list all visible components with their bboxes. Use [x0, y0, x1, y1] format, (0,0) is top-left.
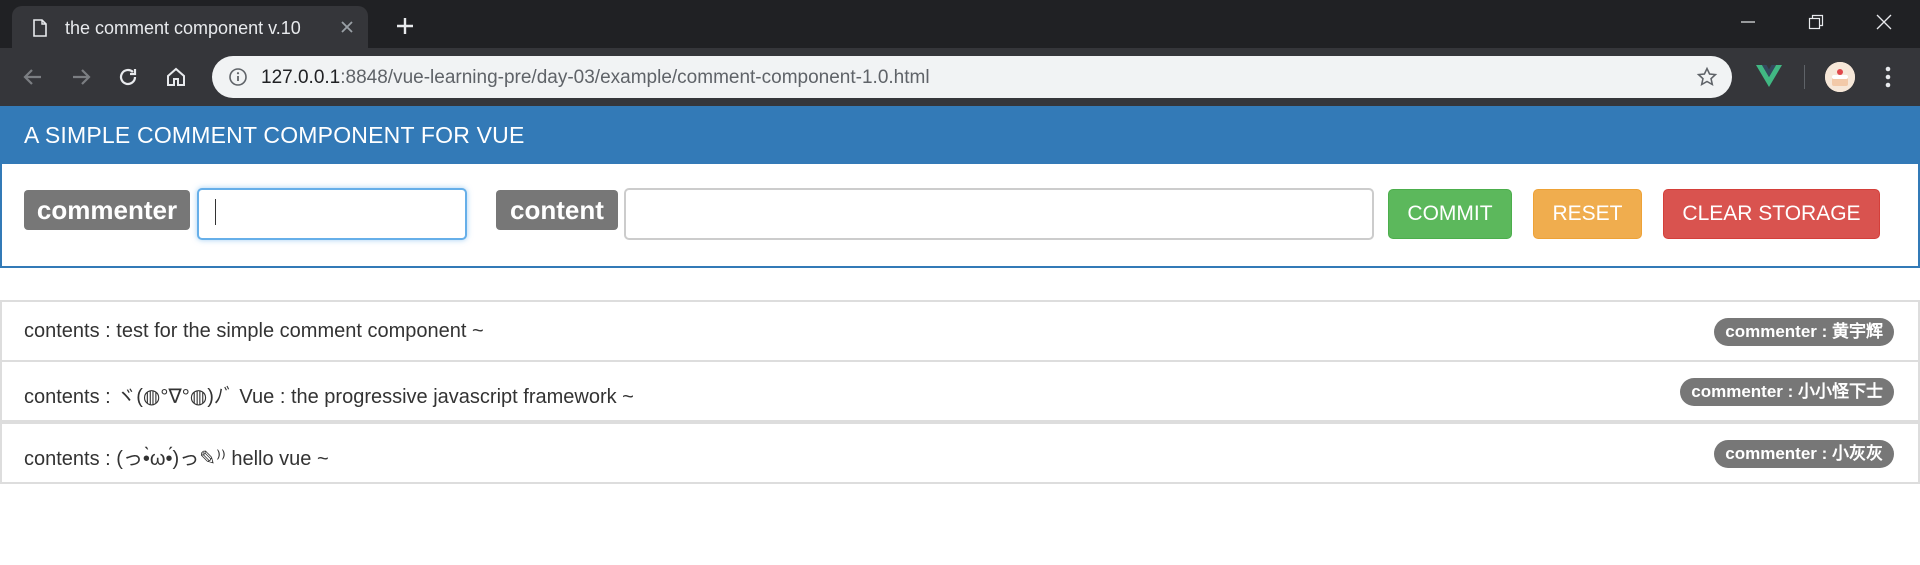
url-path: :8848/vue-learning-pre/day-03/example/co…	[340, 67, 930, 88]
commenter-label: commenter	[24, 190, 190, 230]
url-text: 127.0.0.1:8848/vue-learning-pre/day-03/e…	[261, 67, 930, 89]
more-menu-icon[interactable]	[1880, 64, 1896, 90]
cake-avatar-icon	[1825, 62, 1855, 92]
info-icon[interactable]	[228, 67, 248, 87]
commenter-badge: commenter : 小小怪下士	[1680, 378, 1894, 406]
plus-icon	[397, 18, 413, 34]
close-window-button[interactable]	[1856, 0, 1912, 44]
tab-title: the comment component v.10	[65, 18, 301, 38]
minimize-button[interactable]	[1720, 0, 1776, 44]
new-tab-button[interactable]	[385, 6, 425, 46]
profile-avatar[interactable]	[1825, 62, 1855, 92]
minimize-icon	[1741, 21, 1755, 23]
address-bar[interactable]: 127.0.0.1:8848/vue-learning-pre/day-03/e…	[212, 56, 1732, 98]
comment-content: contents : (っ•̀ω•́)っ✎⁾⁾ hello vue ~	[24, 448, 329, 470]
document-icon	[33, 19, 47, 37]
restore-button[interactable]	[1788, 0, 1844, 44]
comment-content: contents : ヾ(◍°∇°◍)ﾉﾞ Vue : the progress…	[24, 386, 634, 408]
forward-button[interactable]	[64, 60, 98, 94]
back-button[interactable]	[16, 60, 50, 94]
commenter-input[interactable]	[197, 188, 467, 240]
comment-form-panel: A SIMPLE COMMENT COMPONENT FOR VUE	[0, 106, 1920, 268]
clear-storage-button[interactable]: CLEAR STORAGE	[1663, 189, 1880, 239]
browser-toolbar: 127.0.0.1:8848/vue-learning-pre/day-03/e…	[0, 48, 1920, 106]
comment-item: contents : ヾ(◍°∇°◍)ﾉﾞ Vue : the progress…	[0, 360, 1920, 422]
close-tab-icon[interactable]	[338, 18, 356, 36]
close-icon	[1876, 14, 1892, 30]
panel-heading: A SIMPLE COMMENT COMPONENT FOR VUE	[2, 106, 1918, 164]
reload-icon	[119, 68, 137, 86]
reload-button[interactable]	[111, 60, 145, 94]
bookmark-star-icon[interactable]	[1696, 66, 1718, 88]
toolbar-separator	[1804, 65, 1805, 89]
comment-item: contents : test for the simple comment c…	[0, 300, 1920, 362]
browser-titlebar: the comment component v.10	[0, 0, 1920, 48]
back-arrow-icon	[23, 69, 41, 85]
vue-devtools-extension-icon[interactable]	[1755, 63, 1783, 89]
home-button[interactable]	[159, 60, 193, 94]
text-caret	[215, 199, 216, 225]
browser-tab[interactable]: the comment component v.10	[12, 6, 368, 48]
content-input[interactable]	[624, 188, 1374, 240]
page-title: A SIMPLE COMMENT COMPONENT FOR VUE	[24, 122, 525, 148]
commit-button[interactable]: COMMIT	[1388, 189, 1512, 239]
content-label: content	[496, 190, 618, 230]
forward-arrow-icon	[73, 69, 91, 85]
commenter-badge: commenter : 黄宇辉	[1714, 318, 1894, 346]
restore-icon	[1808, 14, 1824, 30]
reset-button[interactable]: RESET	[1533, 189, 1642, 239]
commenter-badge: commenter : 小灰灰	[1714, 440, 1894, 468]
comment-item: contents : (っ•̀ω•́)っ✎⁾⁾ hello vue ~ comm…	[0, 422, 1920, 484]
comment-content: contents : test for the simple comment c…	[24, 320, 484, 342]
home-icon	[167, 67, 185, 86]
url-host: 127.0.0.1	[261, 67, 341, 88]
